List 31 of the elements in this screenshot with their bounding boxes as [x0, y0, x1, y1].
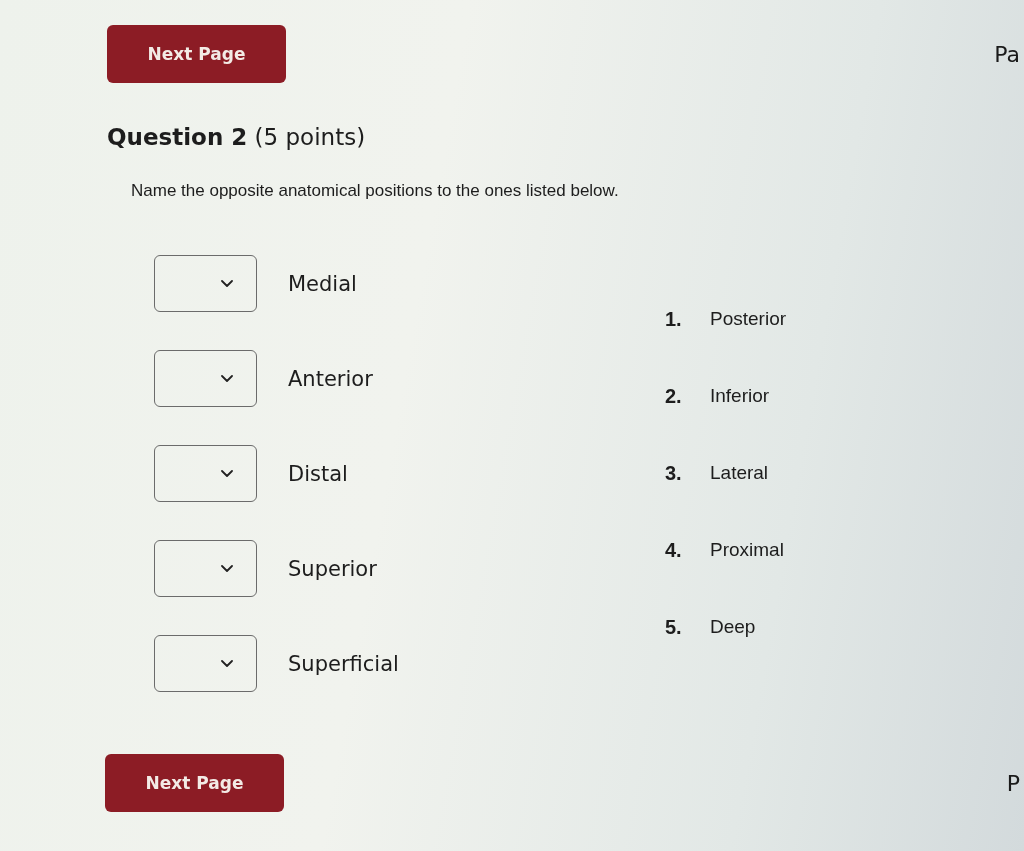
page-label: P [1006, 770, 1020, 796]
next-page-button[interactable]: Next Page [107, 25, 286, 83]
answer-dropdown[interactable] [154, 350, 257, 407]
answer-dropdown[interactable] [154, 445, 257, 502]
term-label: Medial [288, 270, 357, 297]
option-number: 5. [665, 615, 683, 639]
option-number: 4. [665, 538, 683, 562]
answer-dropdown[interactable] [154, 540, 257, 597]
option-number: 1. [665, 307, 683, 331]
answer-dropdown[interactable] [154, 635, 257, 692]
option-text: Deep [710, 616, 756, 638]
option-text: Inferior [710, 385, 770, 407]
option-text: Proximal [710, 539, 784, 561]
term-label: Superior [288, 555, 377, 582]
option-number: 2. [665, 384, 683, 408]
option-text: Lateral [710, 462, 769, 484]
chevron-down-icon [221, 660, 233, 667]
answer-dropdown[interactable] [154, 255, 257, 312]
term-label: Distal [288, 460, 348, 487]
chevron-down-icon [221, 375, 233, 382]
option-number: 3. [665, 461, 683, 485]
question-instruction: Name the opposite anatomical positions to the ones listed below. [131, 181, 620, 201]
term-label: Superficial [288, 650, 399, 677]
question-title: Question 2 (5 points) [107, 123, 367, 151]
page-label: Pa [994, 42, 1020, 67]
chevron-down-icon [221, 565, 233, 572]
chevron-down-icon [221, 470, 233, 477]
option-text: Posterior [710, 308, 787, 330]
term-label: Anterior [288, 365, 373, 392]
next-page-button[interactable]: Next Page [105, 754, 284, 812]
chevron-down-icon [221, 280, 233, 287]
